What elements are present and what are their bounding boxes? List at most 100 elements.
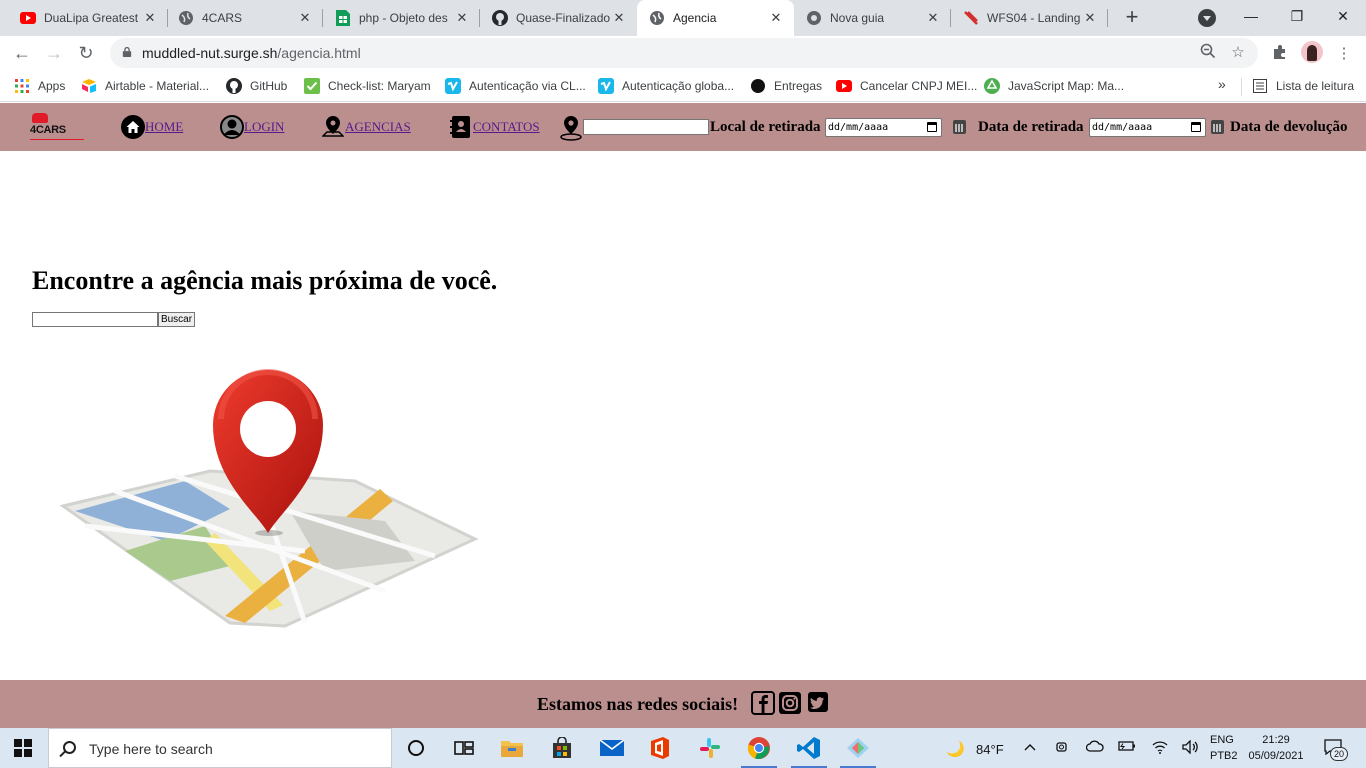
tab-nova-guia[interactable]: Nova guia ✕	[794, 0, 951, 36]
bookmark-star-icon[interactable]: ☆	[1228, 43, 1248, 63]
bookmarks-overflow-button[interactable]: »	[1218, 76, 1226, 92]
bookmark-entregas[interactable]: Entregas	[750, 76, 822, 96]
return-date-label: Data de devolução	[1230, 119, 1348, 135]
meet-now-icon[interactable]	[1056, 740, 1070, 757]
notifications-icon[interactable]: 20	[1324, 739, 1348, 761]
volume-icon[interactable]	[1182, 739, 1200, 757]
tab-close-icon[interactable]: ✕	[142, 10, 158, 26]
sheets-icon	[335, 10, 351, 26]
site-logo[interactable]: 4CARS	[30, 113, 86, 143]
input-language[interactable]: ENG PTB2	[1210, 732, 1238, 764]
mail-icon[interactable]	[588, 728, 636, 768]
menu-kebab-icon[interactable]: ⋮	[1334, 44, 1354, 64]
nav-home[interactable]: HOME	[121, 115, 183, 139]
battery-icon[interactable]	[1118, 740, 1136, 755]
agency-search-input[interactable]	[32, 312, 158, 327]
bookmark-auth-global[interactable]: Autenticação globa...	[598, 76, 734, 96]
date-picker-icon[interactable]	[927, 122, 937, 132]
url-text: muddled-nut.surge.sh/agencia.html	[142, 45, 361, 61]
tab-close-icon[interactable]: ✕	[611, 10, 627, 26]
tab-close-icon[interactable]: ✕	[768, 10, 784, 26]
reading-list-label: Lista de leitura	[1276, 79, 1355, 93]
file-explorer-icon[interactable]	[488, 728, 536, 768]
zoom-icon[interactable]	[1198, 43, 1218, 63]
minimize-button[interactable]: —	[1228, 4, 1274, 32]
back-icon[interactable]: ←	[10, 42, 34, 66]
cortana-icon[interactable]	[392, 728, 440, 768]
system-clock[interactable]: 21:29 05/09/2021	[1244, 732, 1308, 764]
store-icon[interactable]	[538, 728, 586, 768]
bookmark-auth-cl[interactable]: Autenticação via CL...	[445, 76, 586, 96]
bookmark-airtable[interactable]: Airtable - Material...	[81, 76, 209, 96]
bookmark-label: Autenticação globa...	[622, 79, 735, 93]
tab-github[interactable]: Quase-Finalizado ✕	[480, 0, 637, 36]
reload-icon[interactable]: ↻	[74, 42, 98, 66]
profile-avatar[interactable]	[1301, 41, 1323, 63]
extensions-icon[interactable]	[1270, 44, 1290, 64]
tab-search-icon[interactable]	[1198, 9, 1216, 27]
chrome-taskbar-icon[interactable]	[735, 728, 783, 768]
wifi-icon[interactable]	[1152, 740, 1168, 757]
tab-php[interactable]: php - Objeto des ✕	[323, 0, 480, 36]
instagram-icon[interactable]	[778, 691, 802, 715]
bookmark-apps[interactable]: Apps	[14, 76, 65, 96]
office-icon[interactable]	[636, 728, 684, 768]
clock-date: 05/09/2021	[1248, 750, 1304, 762]
slack-icon[interactable]	[686, 728, 734, 768]
github-icon	[492, 10, 508, 26]
tab-wfs04[interactable]: WFS04 - Landing ✕	[951, 0, 1108, 36]
date-picker-icon[interactable]	[1191, 122, 1201, 132]
checkmark-icon	[304, 78, 320, 94]
scissors-icon	[963, 10, 979, 26]
git-kraken-icon[interactable]	[834, 728, 882, 768]
tab-close-icon[interactable]: ✕	[925, 10, 941, 26]
bookmark-label: Check-list: Maryam	[328, 79, 431, 93]
bookmark-github[interactable]: GitHub	[226, 76, 287, 96]
bookmark-cnpj[interactable]: Cancelar CNPJ MEI...	[836, 76, 977, 96]
footer-social-text: Estamos nas redes sociais!	[537, 694, 739, 714]
address-bar[interactable]: muddled-nut.surge.sh/agencia.html ☆	[110, 38, 1258, 68]
nav-contatos[interactable]: CONTATOS	[449, 115, 540, 139]
pickup-location-input[interactable]	[583, 119, 709, 135]
pickup-date-input[interactable]: dd/mm/aaaa	[825, 118, 942, 137]
reading-list-button[interactable]: Lista de leitura	[1252, 76, 1354, 96]
nav-agencias-link[interactable]: AGENCIAS	[345, 119, 411, 135]
bookmark-checklist[interactable]: Check-list: Maryam	[304, 76, 431, 96]
browser-toolbar: ← → ↻ muddled-nut.surge.sh/agencia.html …	[0, 36, 1366, 70]
onedrive-icon[interactable]	[1085, 740, 1104, 755]
nav-login[interactable]: LOGIN	[220, 115, 284, 139]
show-hidden-icons[interactable]	[1024, 740, 1036, 754]
bookmark-js-map[interactable]: JavaScript Map: Ma...	[984, 76, 1124, 96]
calendar-icon	[1211, 120, 1224, 134]
location-pin-icon	[560, 116, 582, 141]
tab-dualipa[interactable]: DuaLipa Greatest ✕	[8, 0, 168, 36]
tab-close-icon[interactable]: ✕	[454, 10, 470, 26]
weather-widget[interactable]: 🌙 84°F	[946, 740, 1004, 758]
chrome-icon	[806, 10, 822, 26]
nav-home-link[interactable]: HOME	[145, 119, 183, 135]
task-view-icon[interactable]	[440, 728, 488, 768]
search-button[interactable]: Buscar	[158, 312, 195, 327]
tab-close-icon[interactable]: ✕	[1082, 10, 1098, 26]
taskbar-search-box[interactable]: Type here to search	[48, 728, 392, 768]
tab-4cars[interactable]: 4CARS ✕	[166, 0, 323, 36]
tab-agencia[interactable]: Agencia ✕	[637, 0, 794, 36]
tab-title: 4CARS	[202, 11, 243, 25]
nav-contatos-link[interactable]: CONTATOS	[473, 119, 540, 135]
tab-close-icon[interactable]: ✕	[297, 10, 313, 26]
restore-button[interactable]: ❐	[1274, 4, 1320, 32]
vscode-icon[interactable]	[785, 728, 833, 768]
facebook-icon[interactable]	[751, 691, 775, 715]
car-icon	[32, 113, 48, 123]
forward-icon[interactable]: →	[42, 42, 66, 66]
return-date-input[interactable]: dd/mm/aaaa	[1089, 118, 1206, 137]
windows-start-icon[interactable]	[14, 739, 32, 757]
tab-title: Agencia	[673, 11, 717, 25]
twitter-icon[interactable]	[807, 691, 831, 715]
new-tab-button[interactable]: +	[1118, 4, 1146, 32]
close-window-button[interactable]: ✕	[1320, 4, 1366, 32]
nav-agencias[interactable]: AGENCIAS	[321, 115, 411, 139]
globe-icon	[178, 10, 194, 26]
pickup-location-label: Local de retirada	[710, 119, 821, 135]
nav-login-link[interactable]: LOGIN	[244, 119, 284, 135]
